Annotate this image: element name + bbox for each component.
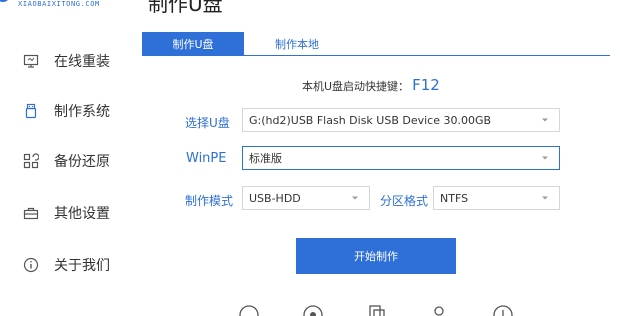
usb-select[interactable]: G:(hd2)USB Flash Disk USB Device 30.00GB: [242, 108, 560, 132]
step-user-icon: [434, 306, 444, 316]
sidebar-item-label: 制作系统: [54, 104, 110, 120]
chevron-down-icon: [352, 196, 358, 200]
info-icon: [22, 256, 40, 274]
step-target-icon: [303, 305, 323, 316]
sidebar-item-other-settings[interactable]: 其他设置: [0, 198, 140, 228]
step-copy-icon: [369, 305, 385, 316]
hotkey-value: F12: [412, 76, 440, 94]
partition-select-value: NTFS: [440, 191, 469, 205]
step-circle-icon: [239, 305, 259, 316]
toolbox-icon: [22, 204, 40, 222]
sidebar-item-label: 其他设置: [54, 206, 110, 222]
monitor-icon: [22, 52, 40, 70]
chevron-down-icon: [542, 118, 548, 122]
partition-select[interactable]: NTFS: [433, 186, 560, 210]
tab-bar: 制作U盘 制作本地: [142, 32, 610, 56]
mode-select[interactable]: USB-HDD: [242, 186, 370, 210]
page-title: 制作U盘: [148, 0, 223, 16]
winpe-label: WinPE: [186, 151, 227, 166]
sidebar-item-about-us[interactable]: 关于我们: [0, 250, 140, 280]
tab-make-local[interactable]: 制作本地: [246, 32, 348, 56]
hotkey-label: 本机U盘启动快捷键：: [302, 80, 410, 93]
app-logo: XIAOBAIXITONG.COM: [0, 0, 140, 14]
chevron-down-icon: [542, 156, 548, 160]
sidebar-item-online-reinstall[interactable]: 在线重装: [0, 46, 140, 76]
tab-make-usb[interactable]: 制作U盘: [142, 32, 244, 56]
backup-grid-icon: [22, 152, 40, 170]
mode-label: 制作模式: [185, 194, 234, 208]
sidebar-item-make-system[interactable]: 制作系统: [0, 96, 140, 126]
partition-label: 分区格式: [380, 194, 429, 208]
winpe-select-value: 标准版: [249, 152, 282, 165]
logo-mark-icon: [0, 0, 10, 2]
sidebar-item-label: 关于我们: [54, 258, 110, 274]
mode-select-value: USB-HDD: [249, 191, 301, 205]
sidebar-item-backup-restore[interactable]: 备份还原: [0, 146, 140, 176]
winpe-select[interactable]: 标准版: [242, 146, 560, 170]
boot-hotkey-info: 本机U盘启动快捷键： F12: [302, 76, 440, 94]
logo-text: XIAOBAIXITONG.COM: [18, 0, 100, 8]
usb-drive-icon: [22, 102, 40, 120]
chevron-down-icon: [542, 196, 548, 200]
sidebar-item-label: 备份还原: [54, 154, 110, 170]
usb-select-label: 选择U盘: [185, 116, 230, 130]
sidebar-item-label: 在线重装: [54, 54, 110, 70]
usb-select-value: G:(hd2)USB Flash Disk USB Device 30.00GB: [249, 113, 492, 127]
start-make-button[interactable]: 开始制作: [296, 238, 456, 274]
step-settings-icon: [493, 305, 513, 316]
